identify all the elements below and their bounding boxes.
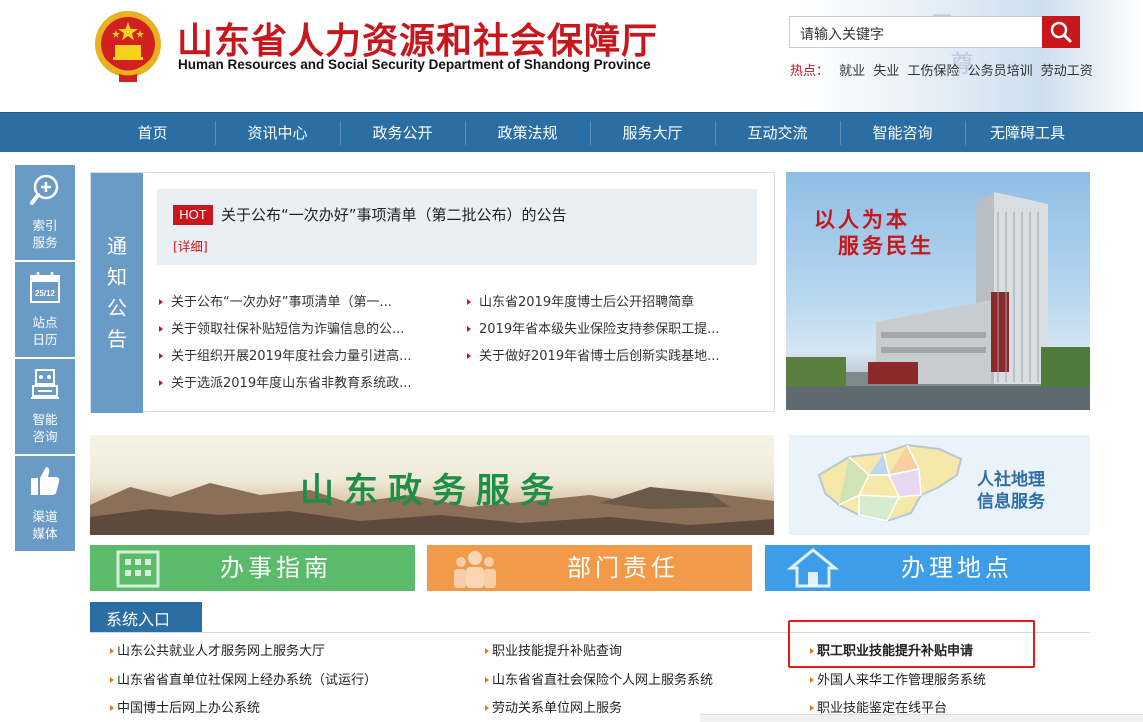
nav-item-smart-consult[interactable]: 智能咨询 bbox=[840, 113, 965, 153]
system-link[interactable]: 山东省省直单位社保网上经办系统（试运行） bbox=[110, 669, 377, 688]
sidebar-item-calendar[interactable]: 25/12 站点 日历 bbox=[15, 262, 75, 357]
calendar-icon: 25/12 bbox=[30, 272, 60, 303]
sidebar-label: 索引 bbox=[32, 218, 58, 233]
search-input[interactable]: 请输入关键字 bbox=[789, 16, 1043, 48]
notice-tab-char: 通 bbox=[107, 234, 127, 258]
system-link[interactable]: 劳动关系单位网上服务 bbox=[485, 697, 622, 716]
tile-label: 部门责任 bbox=[567, 554, 679, 582]
nav-item-service-hall[interactable]: 服务大厅 bbox=[590, 113, 715, 153]
site-header: 五 尊 山东省人力资源和社会保障厅 Human Resources and So… bbox=[0, 0, 1143, 112]
notice-link[interactable]: 关于选派2019年度山东省非教育系统政... bbox=[159, 372, 411, 391]
sidebar-label: 服务 bbox=[32, 235, 58, 250]
arrow-icon bbox=[110, 677, 114, 683]
notice-link[interactable]: 关于领取社保补贴短信为诈骗信息的公... bbox=[159, 318, 404, 337]
geo-info-title: 信息服务 bbox=[977, 492, 1045, 512]
system-link[interactable]: 山东省省直社会保险个人网上服务系统 bbox=[485, 669, 713, 688]
browser-status-bar bbox=[700, 714, 1143, 722]
bullet-icon bbox=[467, 353, 471, 359]
hot-badge: HOT bbox=[173, 205, 213, 225]
arrow-icon bbox=[810, 705, 814, 711]
hot-words: 热点： 就业 失业 工伤保险 公务员培训 劳动工资 bbox=[790, 60, 1097, 79]
hot-notice-title[interactable]: 关于公布“一次办好”事项清单（第二批公布）的公告 bbox=[221, 204, 567, 225]
bullet-icon bbox=[159, 299, 163, 305]
robot-icon bbox=[31, 369, 59, 399]
sidebar-label: 媒体 bbox=[32, 526, 58, 541]
sidebar-label: 渠道 bbox=[32, 509, 58, 524]
search-plus-icon bbox=[30, 174, 59, 205]
nav-item-affairs[interactable]: 政务公开 bbox=[340, 113, 465, 153]
sidebar-item-media[interactable]: 渠道 媒体 bbox=[15, 456, 75, 551]
system-link[interactable]: 山东公共就业人才服务网上服务大厅 bbox=[110, 640, 325, 659]
hot-word-link[interactable]: 工伤保险 bbox=[907, 64, 959, 79]
slogan-line: 服务民生 bbox=[838, 233, 934, 258]
notice-panel: 通 知 公 告 HOT 关于公布“一次办好”事项清单（第二批公布）的公告 [详细… bbox=[90, 172, 775, 413]
guide-tile[interactable]: 办事指南 bbox=[90, 545, 415, 591]
search-icon bbox=[1050, 21, 1072, 43]
national-emblem-icon[interactable] bbox=[93, 8, 163, 86]
arrow-icon bbox=[110, 705, 114, 711]
hot-word-link[interactable]: 公务员培训 bbox=[968, 64, 1033, 79]
notice-tab-char: 公 bbox=[107, 296, 127, 320]
bullet-icon bbox=[159, 353, 163, 359]
sidebar-label: 咨询 bbox=[32, 429, 58, 444]
sidebar-label: 智能 bbox=[32, 412, 58, 427]
system-link[interactable]: 职业技能提升补贴查询 bbox=[485, 640, 622, 659]
highlight-box bbox=[788, 620, 1035, 668]
tile-label: 办事指南 bbox=[220, 554, 332, 582]
arrow-icon bbox=[485, 648, 489, 654]
system-link[interactable]: 中国博士后网上办公系统 bbox=[110, 697, 260, 716]
system-link[interactable]: 外国人来华工作管理服务系统 bbox=[810, 669, 986, 688]
hot-notice: HOT 关于公布“一次办好”事项清单（第二批公布）的公告 [详细] bbox=[157, 189, 757, 265]
gov-service-title: 山东政务服务 bbox=[300, 471, 564, 511]
notice-link[interactable]: 关于公布“一次办好”事项清单（第一... bbox=[159, 291, 392, 310]
page: 五 尊 山东省人力资源和社会保障厅 Human Resources and So… bbox=[0, 0, 1143, 722]
notice-link[interactable]: 山东省2019年度博士后公开招聘简章 bbox=[467, 291, 694, 310]
notice-link[interactable]: 关于组织开展2019年度社会力量引进高... bbox=[159, 345, 411, 364]
nav-item-interaction[interactable]: 互动交流 bbox=[715, 113, 840, 153]
notice-tab-char: 知 bbox=[107, 265, 127, 289]
arrow-icon bbox=[110, 648, 114, 654]
thumbs-up-icon bbox=[31, 467, 60, 495]
geo-info-banner[interactable]: 人社地理 信息服务 bbox=[789, 435, 1090, 535]
site-subtitle: Human Resources and Social Security Depa… bbox=[178, 57, 651, 72]
arrow-icon bbox=[485, 705, 489, 711]
calendar-date: 25/12 bbox=[35, 289, 56, 298]
notice-link[interactable]: 关于做好2019年省博士后创新实践基地... bbox=[467, 345, 719, 364]
arrow-icon bbox=[810, 677, 814, 683]
notice-tab-char: 告 bbox=[107, 327, 127, 351]
system-entrance-tab[interactable]: 系统入口 bbox=[90, 602, 202, 633]
hot-word-link[interactable]: 就业 bbox=[839, 64, 865, 79]
nav-item-accessibility[interactable]: 无障碍工具 bbox=[965, 113, 1090, 153]
building-icon bbox=[116, 550, 160, 588]
feature-image[interactable]: 以人为本 服务民生 bbox=[786, 172, 1090, 410]
sidebar-item-index-service[interactable]: 索引 服务 bbox=[15, 165, 75, 260]
bullet-icon bbox=[159, 326, 163, 332]
nav-item-news[interactable]: 资讯中心 bbox=[215, 113, 340, 153]
main-nav: 首页 资讯中心 政务公开 政策法规 服务大厅 互动交流 智能咨询 无障碍工具 bbox=[0, 112, 1143, 152]
hot-label: 热点： bbox=[790, 64, 830, 79]
left-sidebar: 索引 服务 25/12 站点 日历 智能 咨询 渠道 媒体 bbox=[15, 165, 75, 553]
search-button[interactable] bbox=[1042, 16, 1080, 48]
notice-link[interactable]: 2019年省本级失业保险支持参保职工提... bbox=[467, 318, 719, 337]
sidebar-label: 站点 bbox=[32, 315, 58, 330]
detail-link[interactable]: [详细] bbox=[173, 236, 208, 255]
nav-item-home[interactable]: 首页 bbox=[90, 113, 215, 153]
sidebar-item-smart-consult[interactable]: 智能 咨询 bbox=[15, 359, 75, 454]
tile-label: 办理地点 bbox=[901, 554, 1013, 582]
home-icon bbox=[787, 548, 839, 588]
location-tile[interactable]: 办理地点 bbox=[765, 545, 1090, 591]
sidebar-label: 日历 bbox=[32, 332, 58, 347]
nav-item-policy[interactable]: 政策法规 bbox=[465, 113, 590, 153]
notice-tab[interactable]: 通 知 公 告 bbox=[91, 173, 143, 413]
bullet-icon bbox=[467, 299, 471, 305]
responsibility-tile[interactable]: 部门责任 bbox=[427, 545, 752, 591]
hot-word-link[interactable]: 劳动工资 bbox=[1041, 64, 1093, 79]
bullet-icon bbox=[159, 380, 163, 386]
gov-service-banner[interactable]: 山东政务服务 bbox=[90, 435, 774, 535]
bullet-icon bbox=[467, 326, 471, 332]
hot-word-link[interactable]: 失业 bbox=[873, 64, 899, 79]
arrow-icon bbox=[485, 677, 489, 683]
people-icon bbox=[454, 551, 496, 588]
